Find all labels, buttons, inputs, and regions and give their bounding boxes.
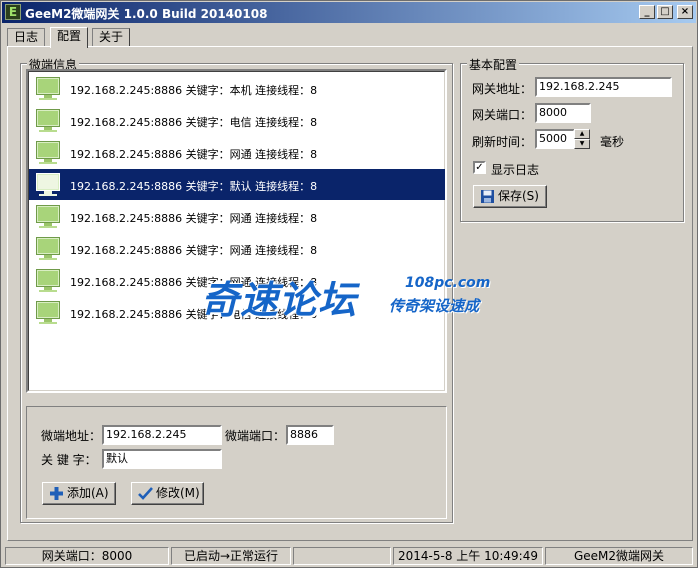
add-button[interactable]: 添加(A) bbox=[42, 482, 116, 505]
add-button-label: 添加(A) bbox=[67, 486, 109, 500]
monitor-icon bbox=[35, 173, 61, 197]
gateway-port-input[interactable]: 8000 bbox=[535, 103, 591, 123]
client-list-frame: 192.168.2.245:8886 关键字：本机 连接线程：8 192.168… bbox=[28, 71, 445, 391]
client-row[interactable]: 192.168.2.245:8886 关键字：网通 连接线程：8 bbox=[29, 201, 445, 232]
watermark-site: 108pc.com bbox=[405, 275, 491, 291]
monitor-icon bbox=[35, 109, 61, 133]
modify-button[interactable]: 修改(M) bbox=[131, 482, 204, 505]
save-button[interactable]: 保存(S) bbox=[473, 185, 547, 208]
window-title: GeeM2微端网关 1.0.0 Build 20140108 bbox=[25, 7, 268, 21]
client-row[interactable]: 192.168.2.245:8886 关键字：网通 连接线程：8 bbox=[29, 137, 445, 168]
spin-up-icon[interactable]: ▲ bbox=[574, 129, 590, 139]
status-app-name: GeeM2微端网关 bbox=[545, 547, 693, 565]
basic-config-title: 基本配置 bbox=[467, 56, 520, 73]
client-row[interactable]: 192.168.2.245:8886 关键字：网通 连接线程：8 bbox=[29, 233, 445, 264]
keyword-label: 关 键 字： bbox=[41, 453, 97, 467]
tab-log[interactable]: 日志 bbox=[7, 28, 46, 47]
client-row-text: 192.168.2.245:8886 关键字：网通 连接线程：8 bbox=[70, 212, 318, 225]
checkmark-icon bbox=[138, 487, 153, 500]
show-log-checkbox[interactable]: ✓ bbox=[473, 161, 486, 174]
client-row-selected[interactable]: 192.168.2.245:8886 关键字：默认 连接线程：8 bbox=[29, 169, 445, 200]
maximize-button[interactable]: □ bbox=[657, 5, 673, 19]
spin-down-icon[interactable]: ▼ bbox=[574, 139, 590, 149]
monitor-icon bbox=[35, 269, 61, 293]
status-gateway-port: 网关端口：8000 bbox=[5, 547, 169, 565]
status-datetime: 2014-5-8 上午 10:49:49 bbox=[393, 547, 543, 565]
client-address-input[interactable]: 192.168.2.245 bbox=[102, 425, 222, 445]
app-icon: E bbox=[5, 4, 21, 20]
save-button-label: 保存(S) bbox=[498, 189, 539, 203]
refresh-time-spinner[interactable]: ▲ ▼ bbox=[574, 129, 590, 149]
gateway-address-label: 网关地址： bbox=[472, 82, 533, 96]
gateway-port-label: 网关端口： bbox=[472, 108, 533, 122]
monitor-icon bbox=[35, 301, 61, 325]
watermark-slogan: 传奇架设速成 bbox=[389, 297, 480, 315]
client-address-label: 微端地址： bbox=[41, 429, 102, 443]
close-button[interactable]: × bbox=[677, 5, 693, 19]
client-row-text: 192.168.2.245:8886 关键字：默认 连接线程：8 bbox=[70, 180, 318, 193]
monitor-icon bbox=[35, 77, 61, 101]
main-window: E GeeM2微端网关 1.0.0 Build 20140108 _ □ × 日… bbox=[0, 0, 698, 568]
tab-about[interactable]: 关于 bbox=[92, 28, 131, 47]
client-row[interactable]: 192.168.2.245:8886 关键字：本机 连接线程：8 bbox=[29, 73, 445, 104]
keyword-input[interactable]: 默认 bbox=[102, 449, 222, 469]
title-bar[interactable]: E GeeM2微端网关 1.0.0 Build 20140108 _ □ × bbox=[2, 2, 696, 23]
client-row-text: 192.168.2.245:8886 关键字：本机 连接线程：8 bbox=[70, 84, 318, 97]
status-empty-panel bbox=[293, 547, 391, 565]
monitor-icon bbox=[35, 237, 61, 261]
minimize-button[interactable]: _ bbox=[639, 5, 655, 19]
plus-icon bbox=[50, 487, 63, 500]
refresh-unit-label: 毫秒 bbox=[600, 135, 625, 149]
tab-config[interactable]: 配置 bbox=[50, 27, 89, 48]
gateway-address-input[interactable]: 192.168.2.245 bbox=[535, 77, 672, 97]
forum-watermark: 奇速论坛 108pc.com 传奇架设速成 bbox=[201, 269, 501, 323]
modify-button-label: 修改(M) bbox=[156, 486, 200, 500]
monitor-icon bbox=[35, 141, 61, 165]
client-row-text: 192.168.2.245:8886 关键字：电信 连接线程：8 bbox=[70, 116, 318, 129]
client-row-text: 192.168.2.245:8886 关键字：网通 连接线程：8 bbox=[70, 148, 318, 161]
client-port-input[interactable]: 8886 bbox=[286, 425, 334, 445]
refresh-time-label: 刷新时间： bbox=[472, 135, 533, 149]
monitor-icon bbox=[35, 205, 61, 229]
status-running-state: 已启动→正常运行 bbox=[171, 547, 291, 565]
floppy-disk-icon bbox=[481, 190, 494, 203]
client-list[interactable]: 192.168.2.245:8886 关键字：本机 连接线程：8 192.168… bbox=[26, 69, 447, 393]
client-port-label: 微端端口： bbox=[225, 429, 286, 443]
show-log-label: 显示日志 bbox=[491, 163, 540, 177]
client-row-text: 192.168.2.245:8886 关键字：网通 连接线程：8 bbox=[70, 244, 318, 257]
refresh-time-input[interactable]: 5000 bbox=[535, 129, 575, 149]
client-row[interactable]: 192.168.2.245:8886 关键字：电信 连接线程：8 bbox=[29, 105, 445, 136]
watermark-brand: 奇速论坛 bbox=[201, 278, 358, 322]
